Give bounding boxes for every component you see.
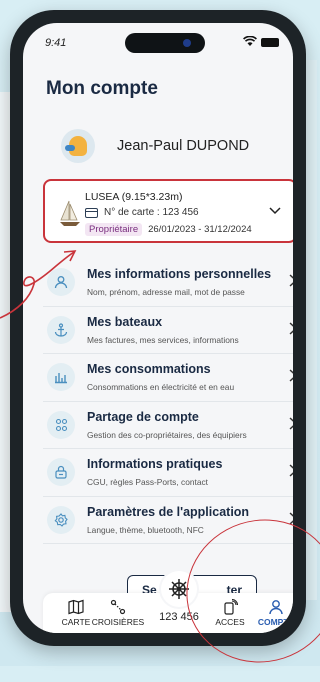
dynamic-island <box>125 33 205 53</box>
menu-item-subtitle: Mes factures, mes services, informations <box>87 334 239 345</box>
route-icon <box>110 599 126 615</box>
settings-icon <box>54 512 68 527</box>
page-title: Mon compte <box>46 78 158 99</box>
boat-card-number: N° de carte : 123 456 <box>85 207 199 218</box>
bar-chart-icon <box>55 373 67 384</box>
chevron-right-icon <box>289 321 293 335</box>
boat-selector-card[interactable]: LUSEA (9.15*3.23m) N° de carte : 123 456… <box>43 179 293 243</box>
user-profile[interactable]: Jean-Paul DUPOND <box>61 129 249 163</box>
menu-item-title: Mes informations personnelles <box>87 267 272 281</box>
lock-icon <box>55 465 67 479</box>
card-number-label: N° de carte : 123 456 <box>104 207 199 218</box>
menu-icon-container <box>47 505 75 534</box>
menu-icon-container <box>47 458 75 486</box>
menu-icon-container <box>47 363 75 391</box>
contract-dates: 26/01/2023 - 31/12/2024 <box>148 224 252 235</box>
menu-icon-container <box>47 410 75 439</box>
menu-item-subtitle: Gestion des co-propriétaires, des équipi… <box>87 429 247 440</box>
avatar <box>61 129 95 163</box>
chevron-right-icon <box>289 274 293 287</box>
menu-item-subtitle: Nom, prénom, adresse mail, mot de passe <box>87 287 245 297</box>
tab-croisieres[interactable]: CROISIÈRES <box>91 599 145 627</box>
boat-contract: Propriétaire 26/01/2023 - 31/12/2024 <box>85 223 252 236</box>
sailboat-icon <box>60 200 80 226</box>
chevron-right-icon <box>289 416 293 430</box>
user-name: Jean-Paul DUPOND <box>117 138 250 154</box>
menu-item-title: Partage de compte <box>87 409 199 424</box>
role-badge: Propriétaire <box>85 223 143 236</box>
status-time: 9:41 <box>45 37 67 49</box>
menu-item-account-sharing[interactable]: Partage de compte Gestion des co-proprié… <box>43 402 293 449</box>
status-bar: 9:41 <box>23 23 293 61</box>
battery-icon <box>261 38 279 47</box>
wifi-icon <box>243 36 257 46</box>
card-icon <box>85 207 98 218</box>
camera-icon <box>183 39 191 47</box>
tab-label: CROISIÈRES <box>91 617 145 627</box>
chevron-down-icon[interactable] <box>269 207 281 215</box>
menu-item-consumption[interactable]: Mes consommations Consommations en élect… <box>43 354 293 402</box>
menu-item-subtitle: Consommations en électricité et en eau <box>87 382 235 392</box>
boat-name: LUSEA (9.15*3.23m) <box>85 191 183 203</box>
menu-item-title: Informations pratiques <box>87 457 223 471</box>
annotation-arrow <box>0 250 77 319</box>
menu-item-title: Mes bateaux <box>87 314 163 329</box>
share-users-icon <box>55 418 67 431</box>
menu-item-subtitle: Langue, thème, bluetooth, NFC <box>87 524 204 535</box>
menu-item-practical-info[interactable]: Informations pratiques CGU, règles Pass-… <box>43 449 293 497</box>
chevron-right-icon <box>289 369 293 382</box>
wave-hand-icon <box>65 136 87 156</box>
menu-item-subtitle: CGU, règles Pass-Ports, contact <box>87 477 209 487</box>
menu-item-title: Paramètres de l'application <box>87 504 250 519</box>
chevron-right-icon <box>289 464 293 477</box>
menu-item-title: Mes consommations <box>87 362 211 376</box>
map-icon <box>68 599 84 615</box>
